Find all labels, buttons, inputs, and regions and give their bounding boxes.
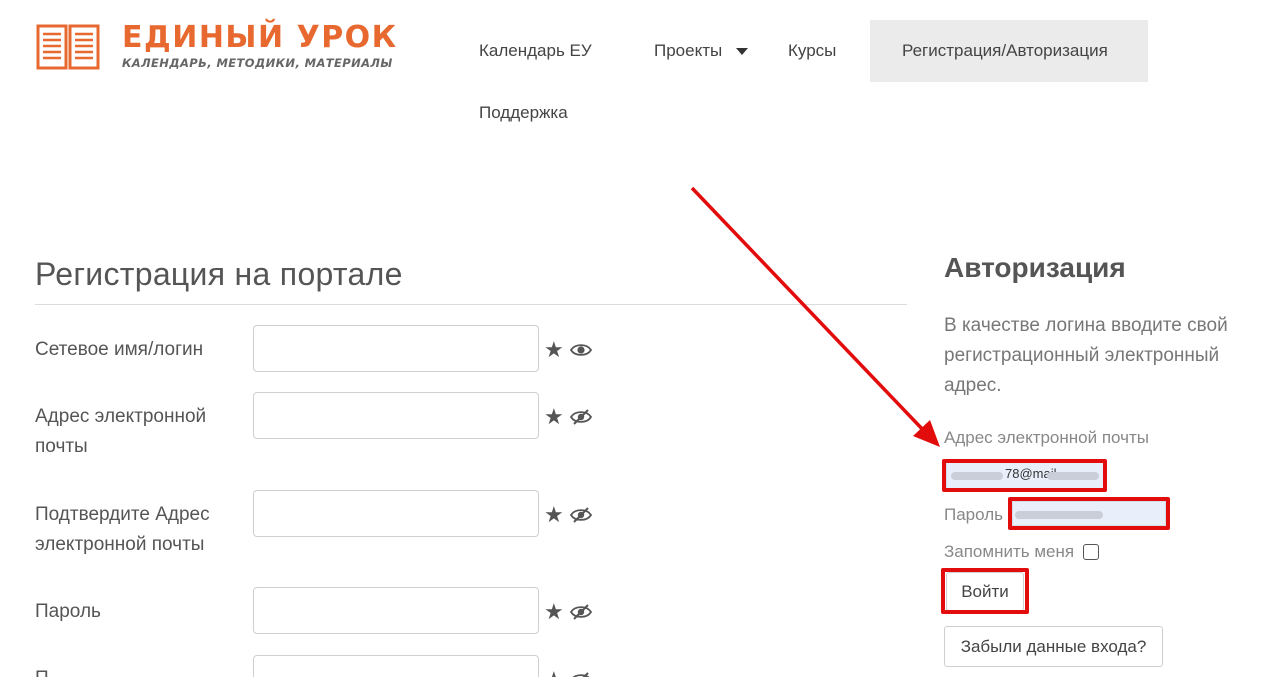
star-icon: ★ — [544, 404, 564, 429]
nav-item-calendar[interactable]: Календарь ЕУ — [479, 41, 592, 61]
login-note: В качестве логина вводите свой регистрац… — [944, 315, 1228, 396]
confirm-email-input[interactable] — [253, 490, 539, 537]
confirm-email-field-label: Подтвердите Адрес электронной почты — [35, 504, 210, 555]
field-icons: ★ — [544, 504, 592, 526]
arrow-line — [690, 186, 928, 435]
highlight-box — [1008, 497, 1170, 530]
field-icons: ★ — [544, 601, 592, 623]
star-icon: ★ — [544, 337, 564, 362]
eye-slash-icon[interactable] — [569, 507, 592, 523]
eye-icon[interactable] — [569, 342, 592, 358]
nav-item-courses[interactable]: Курсы — [788, 41, 836, 61]
password-input[interactable] — [253, 587, 539, 634]
eye-slash-icon[interactable] — [570, 672, 592, 677]
registration-title: Регистрация на портале — [35, 256, 403, 292]
login-input[interactable] — [253, 325, 539, 372]
confirm-password-input[interactable] — [253, 655, 539, 677]
nav-item-support[interactable]: Поддержка — [479, 103, 568, 123]
star-icon: ★ — [544, 669, 564, 677]
login-email-label: Адрес электронной почты — [944, 428, 1149, 447]
highlight-box — [942, 459, 1107, 492]
forgot-password-button[interactable]: Забыли данные входа? — [944, 626, 1163, 667]
arrow-head — [913, 420, 940, 447]
field-icons: ★ — [544, 406, 592, 428]
caret-down-icon — [736, 48, 749, 56]
star-icon: ★ — [544, 599, 564, 624]
remember-me-checkbox[interactable] — [1083, 544, 1099, 560]
book-logo-icon — [36, 24, 100, 70]
star-icon: ★ — [544, 502, 564, 527]
login-field-label: Сетевое имя/логин — [35, 339, 204, 360]
nav-item-projects[interactable]: Проекты — [654, 41, 749, 61]
eye-slash-icon[interactable] — [569, 604, 592, 620]
logo-title: ЕДИНЫЙ УРОК — [122, 20, 398, 55]
password-field-label: Пароль — [35, 601, 101, 622]
site-logo[interactable]: ЕДИНЫЙ УРОК КАЛЕНДАРЬ, МЕТОДИКИ, МАТЕРИА… — [36, 22, 446, 72]
login-password-label: Пароль — [944, 505, 1003, 524]
nav-item-register-login[interactable]: Регистрация/Авторизация — [902, 41, 1108, 61]
registration-divider — [35, 304, 907, 305]
email-field-label: Адрес электронной почты — [35, 406, 207, 457]
field-icons: ★ — [544, 669, 592, 677]
remember-me-label: Запомнить меня — [944, 542, 1075, 561]
logo-text: ЕДИНЫЙ УРОК КАЛЕНДАРЬ, МЕТОДИКИ, МАТЕРИА… — [122, 23, 398, 71]
highlight-box — [941, 568, 1029, 614]
email-input[interactable] — [253, 392, 539, 439]
eye-slash-icon[interactable] — [569, 409, 592, 425]
field-icons: ★ — [544, 339, 592, 361]
logo-subtitle: КАЛЕНДАРЬ, МЕТОДИКИ, МАТЕРИАЛЫ — [122, 56, 393, 70]
confirm-password-field-label: П — [35, 664, 245, 677]
login-title: Авторизация — [944, 252, 1126, 283]
nav-item-projects-label: Проекты — [654, 41, 723, 60]
